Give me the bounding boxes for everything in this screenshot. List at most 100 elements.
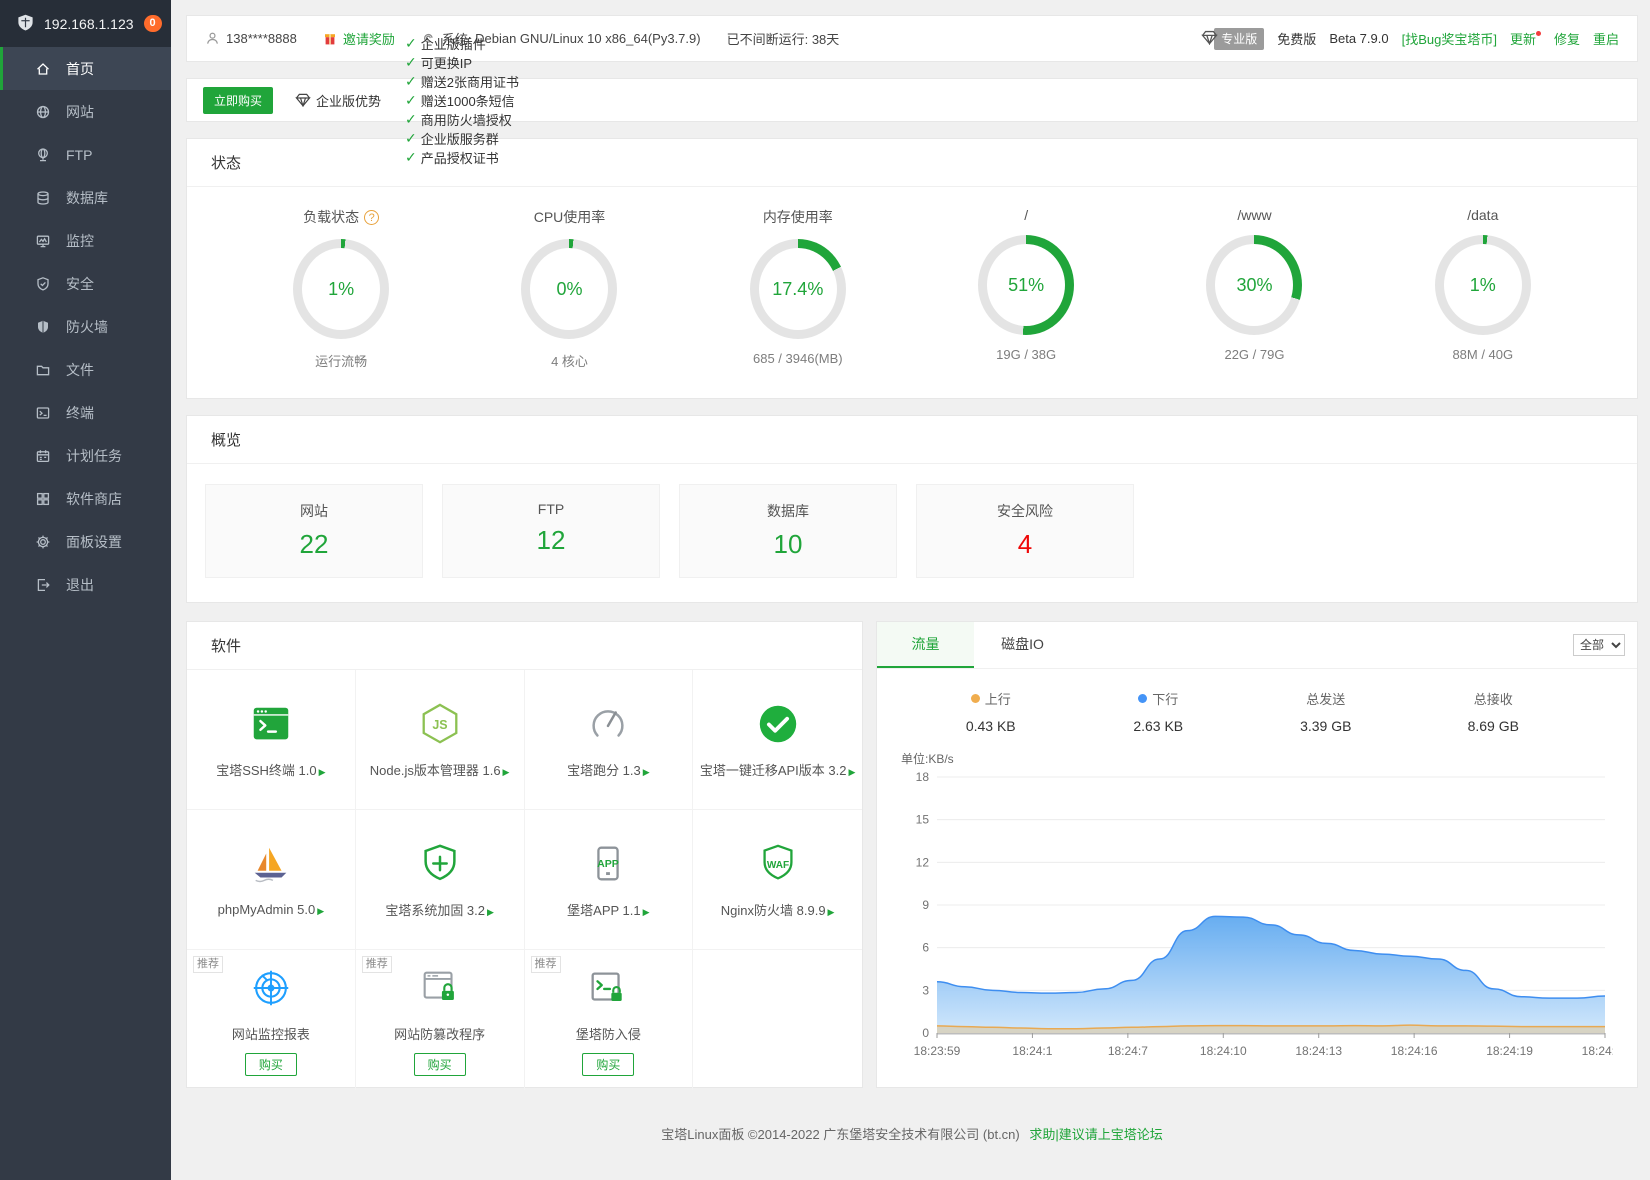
sidebar-item-label: 面板设置	[66, 533, 122, 550]
promo-feature[interactable]: ✓ 可更换IP	[405, 53, 519, 72]
sidebar-item-home[interactable]: 首页	[0, 47, 171, 90]
software-item[interactable]: 宝塔跑分 1.3 ▶	[524, 670, 694, 810]
traffic-area-chart: 0 3 6 9 12 15 18 18:23:59 18:24:1 18:24:7 18:24:10…	[914, 770, 1629, 1058]
play-icon: ▶	[848, 766, 856, 777]
message-count-badge[interactable]: 0	[143, 15, 162, 32]
buy-button[interactable]: 购买	[413, 1052, 466, 1076]
database-icon	[35, 190, 53, 206]
sidebar-item-files[interactable]: 文件	[0, 348, 171, 391]
recommend-badge: 推荐	[530, 956, 561, 973]
software-item[interactable]: 推荐 网站监控报表 购买	[187, 950, 356, 1090]
sidebar-item-database[interactable]: 数据库	[0, 176, 171, 219]
terminal-icon	[35, 405, 53, 421]
gauge-ring: 51%	[978, 235, 1075, 335]
globe-icon	[35, 104, 53, 120]
sidebar-item-ftp[interactable]: FTP	[0, 133, 171, 176]
sidebar-item-cron[interactable]: 计划任务	[0, 434, 171, 477]
promo-feature[interactable]: ✓ 企业版插件	[405, 34, 519, 53]
gauge-label: /	[1024, 207, 1029, 223]
traffic-chart-area: 单位:KB/s 0 3 6 9 12 15 18 18:23:59 18:24:1 18:24:7…	[877, 734, 1637, 1070]
gauge-ring: 30%	[1206, 235, 1303, 335]
sidebar-item-security[interactable]: 安全	[0, 262, 171, 305]
sidebar-item-firewall[interactable]: 防火墙	[0, 305, 171, 348]
topbar-right: 专业版 免费版 Beta 7.9.0 [找Bug奖宝塔币] 更新 修复 重启	[1188, 27, 1619, 50]
chart-unit-label: 单位:KB/s	[901, 752, 954, 766]
bug-bounty-link[interactable]: [找Bug奖宝塔币]	[1402, 29, 1497, 48]
migration-icon	[755, 701, 801, 750]
buy-button[interactable]: 购买	[244, 1052, 297, 1076]
sidebar-item-terminal[interactable]: 终端	[0, 391, 171, 434]
stat-total-sent: 总发送 3.39 GB	[1242, 689, 1410, 734]
tab-disk-io[interactable]: 磁盘IO	[974, 622, 1071, 668]
software-name: 堡塔APP 1.1 ▶	[567, 902, 650, 918]
software-item[interactable]: 宝塔一键迁移API版本 3.2 ▶	[693, 670, 862, 810]
software-name: phpMyAdmin 5.0 ▶	[217, 901, 325, 917]
sidebar-item-logout[interactable]: 退出	[0, 563, 171, 606]
sidebar-item-label: 退出	[66, 576, 94, 593]
overview-card-网站[interactable]: 网站 22	[205, 484, 423, 578]
overview-value: 12	[536, 525, 566, 555]
promo-feature[interactable]: ✓ 企业版服务群	[405, 129, 519, 148]
software-grid: 宝塔SSH终端 1.0 ▶ JS Node.js版本管理器 1.6 ▶ 宝塔跑分 1…	[187, 670, 862, 1090]
waf-icon: WAF	[755, 841, 801, 890]
overview-value: 22	[299, 529, 329, 559]
software-item[interactable]: 宝塔系统加固 3.2 ▶	[355, 810, 525, 950]
sidebar-item-monitor[interactable]: 监控	[0, 219, 171, 262]
footer: 宝塔Linux面板 ©2014-2022 广东堡塔安全技术有限公司 (bt.cn…	[186, 1124, 1638, 1143]
svg-text:9: 9	[922, 898, 929, 912]
footer-forum-link[interactable]: 求助|建议请上宝塔论坛	[1029, 1127, 1162, 1142]
gauge-subtext: 19G / 38G	[996, 347, 1057, 362]
user-account[interactable]: 138****8888	[205, 31, 297, 46]
downstream-value: 2.63 KB	[1133, 718, 1184, 734]
svg-text:WAF: WAF	[766, 859, 788, 870]
restart-link[interactable]: 重启	[1593, 29, 1619, 48]
gift-icon	[323, 31, 337, 46]
overview-value: 4	[1017, 529, 1033, 559]
svg-text:0: 0	[922, 1026, 929, 1040]
svg-text:18:24:7: 18:24:7	[1108, 1044, 1148, 1058]
software-item[interactable]: WAF Nginx防火墙 8.9.9 ▶	[693, 810, 862, 950]
sidebar-item-label: 文件	[66, 361, 94, 378]
sidebar-header: 192.168.1.123 0	[0, 0, 171, 47]
sidebar-item-settings[interactable]: 面板设置	[0, 520, 171, 563]
uptime: 已不间断运行: 38天	[726, 32, 840, 47]
gauge-value: 1%	[1469, 274, 1496, 295]
overview-card-数据库[interactable]: 数据库 10	[679, 484, 897, 578]
sidebar-item-appstore[interactable]: 软件商店	[0, 477, 171, 520]
software-item[interactable]: 宝塔SSH终端 1.0 ▶	[187, 670, 356, 810]
software-item[interactable]: APP 堡塔APP 1.1 ▶	[524, 810, 694, 950]
tab-traffic[interactable]: 流量	[877, 622, 974, 668]
sidebar-item-label: 安全	[66, 275, 94, 292]
recommend-badge: 推荐	[193, 956, 223, 973]
software-item[interactable]: 推荐 网站防篡改程序 购买	[356, 950, 525, 1090]
software-item[interactable]: JS Node.js版本管理器 1.6 ▶	[355, 670, 525, 810]
sidebar-item-label: 数据库	[66, 189, 108, 206]
overview-card-安全风险[interactable]: 安全风险 4	[916, 484, 1134, 578]
enterprise-advantage-link[interactable]: 企业版优势	[295, 91, 381, 110]
gauge-subtext: 运行流畅	[315, 354, 368, 369]
repair-link[interactable]: 修复	[1554, 29, 1580, 48]
gauge-value: 51%	[1008, 274, 1045, 295]
overview-card-FTP[interactable]: FTP 12	[442, 484, 660, 578]
help-icon[interactable]: ?	[364, 209, 380, 225]
gauge-label: 内存使用率	[762, 209, 833, 225]
promo-feature[interactable]: ✓ 产品授权证书	[405, 148, 519, 167]
buy-button[interactable]: 购买	[582, 1052, 635, 1076]
promo-feature[interactable]: ✓ 商用防火墙授权	[405, 110, 519, 129]
sidebar-item-label: 终端	[66, 404, 94, 421]
tamper-icon	[417, 965, 463, 1014]
promo-feature[interactable]: ✓ 赠送1000条短信	[405, 91, 519, 110]
update-link[interactable]: 更新	[1510, 29, 1541, 48]
software-item[interactable]: 推荐 堡塔防入侵 购买	[525, 950, 694, 1090]
gauge-ring: 17.4%	[749, 239, 846, 339]
sidebar-item-sites[interactable]: 网站	[0, 90, 171, 133]
traffic-range-select[interactable]: 全部	[1573, 634, 1625, 656]
total-sent-value: 3.39 GB	[1300, 718, 1352, 734]
pro-version-badge[interactable]: 专业版	[1201, 27, 1265, 50]
buy-now-button[interactable]: 立即购买	[203, 86, 274, 114]
svg-text:6: 6	[922, 941, 929, 955]
promo-feature[interactable]: ✓ 赠送2张商用证书	[405, 72, 519, 91]
software-item[interactable]: phpMyAdmin 5.0 ▶	[187, 810, 356, 950]
downstream-dot-icon	[1138, 694, 1148, 703]
stat-downstream: 下行 2.63 KB	[1075, 689, 1243, 734]
